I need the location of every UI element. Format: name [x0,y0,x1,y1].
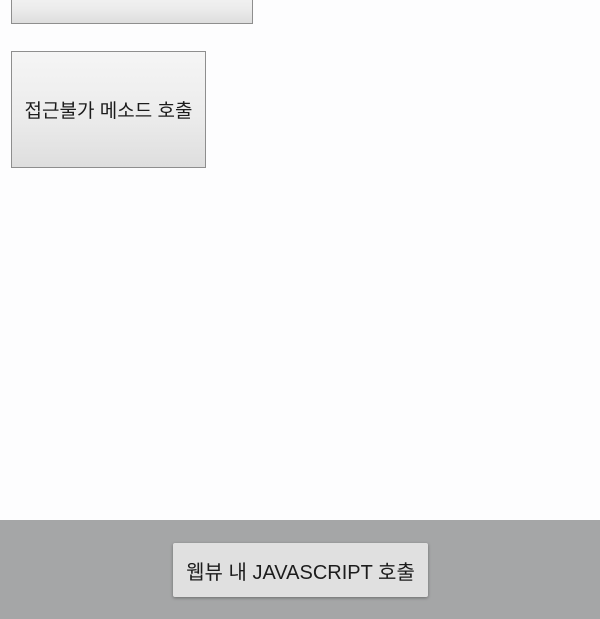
call-inaccessible-method-button[interactable]: 접근불가 메소드 호출 [11,51,206,168]
bottom-action-bar: 웹뷰 내 JAVASCRIPT 호출 [0,520,600,619]
call-webview-javascript-button[interactable]: 웹뷰 내 JAVASCRIPT 호출 [173,543,428,597]
webview-content: 접근불가 메소드 호출 [0,0,600,520]
webview-top-button[interactable] [11,0,253,24]
